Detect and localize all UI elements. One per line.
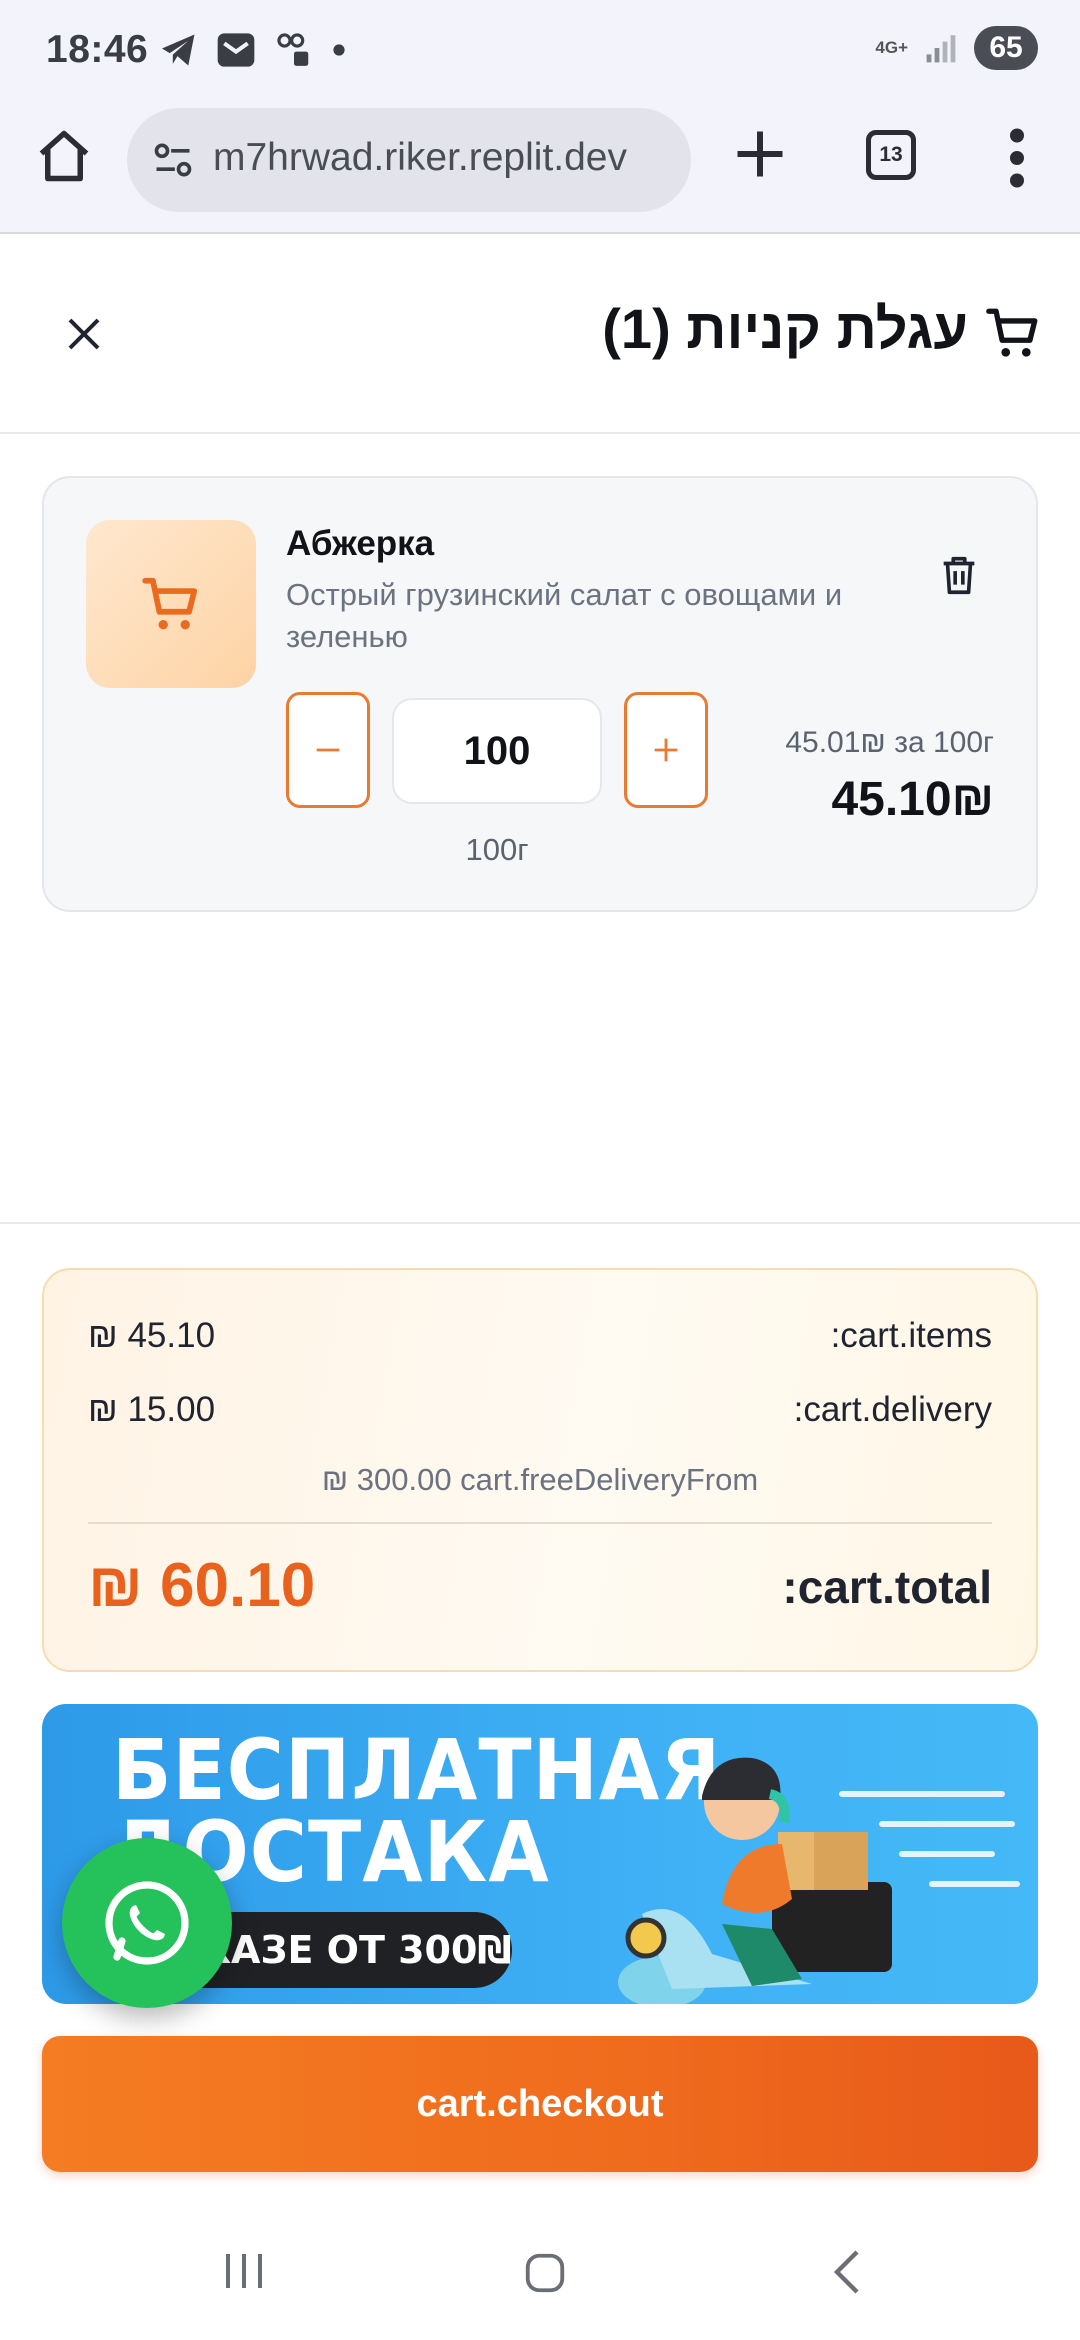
cart-icon (986, 308, 1038, 357)
checkout-button[interactable]: cart.checkout (42, 2036, 1038, 2172)
plus-icon (654, 738, 678, 762)
free-delivery-note: ₪ 300.00 cart.freeDeliveryFrom (321, 1462, 759, 1497)
recent-apps-icon[interactable] (222, 2250, 266, 2292)
status-bar: 18:46 4G+ 65 (0, 0, 1080, 100)
items-label: :cart.items (830, 1316, 992, 1355)
signal-icon (926, 35, 956, 63)
item-description: Острый грузинский салат с овощами и зеле… (286, 577, 843, 654)
tab-switcher-button[interactable]: 13 (866, 130, 916, 180)
new-tab-icon[interactable] (730, 124, 790, 184)
quantity-unit: 100г (465, 832, 529, 867)
cart-icon (142, 577, 198, 630)
notification-icons (160, 30, 346, 70)
more-menu-icon[interactable] (1008, 128, 1026, 188)
back-icon[interactable] (830, 2248, 864, 2296)
cart-header: עגלת קניות (1) (0, 234, 1080, 434)
line-total: 45.10₪ (831, 773, 994, 826)
url-text: m7hrwad.riker.replit.dev (213, 136, 627, 179)
browser-toolbar: m7hrwad.riker.replit.dev 13 (0, 100, 1080, 234)
quantity-input[interactable]: 100 (392, 698, 602, 804)
home-nav-icon[interactable] (522, 2250, 568, 2296)
trash-icon[interactable] (936, 552, 982, 598)
site-settings-icon[interactable] (151, 138, 195, 182)
order-summary: ₪ 45.10 :cart.items ₪ 15.00 :cart.delive… (42, 1268, 1038, 1672)
status-time: 18:46 (46, 28, 149, 71)
cart-item: Абжерка Острый грузинский салат с овощам… (42, 476, 1038, 912)
delivery-label: :cart.delivery (793, 1390, 992, 1429)
system-navigation-bar (0, 2210, 1080, 2340)
battery-indicator: 65 (974, 26, 1038, 70)
dot-icon (333, 44, 345, 56)
system-icons: 4G+ 65 (875, 26, 1038, 70)
item-name: Абжерка (286, 524, 435, 563)
voicemail-icon (277, 33, 309, 66)
minus-icon (316, 748, 340, 752)
close-icon[interactable] (60, 310, 108, 358)
address-bar[interactable]: m7hrwad.riker.replit.dev (127, 108, 691, 212)
summary-divider (88, 1522, 992, 1524)
whatsapp-button[interactable] (62, 1838, 232, 2008)
total-label: :cart.total (782, 1561, 992, 1613)
divider (0, 1222, 1080, 1224)
increase-quantity-button[interactable] (624, 692, 708, 808)
decrease-quantity-button[interactable] (286, 692, 370, 808)
item-thumbnail (86, 520, 256, 688)
items-value: ₪ 45.10 (88, 1316, 216, 1355)
telegram-icon (162, 34, 195, 66)
whatsapp-icon (105, 1881, 189, 1965)
home-icon[interactable] (34, 126, 94, 186)
delivery-value: ₪ 15.00 (88, 1390, 216, 1429)
unit-price: 45.01₪ за 100г (785, 726, 994, 759)
courier-illustration (618, 1757, 1020, 2004)
total-value: ₪ 60.10 (88, 1551, 316, 1620)
network-label: 4G+ (875, 38, 908, 57)
mail-icon (217, 33, 255, 67)
cart-title: עגלת קניות (1) (602, 297, 968, 360)
